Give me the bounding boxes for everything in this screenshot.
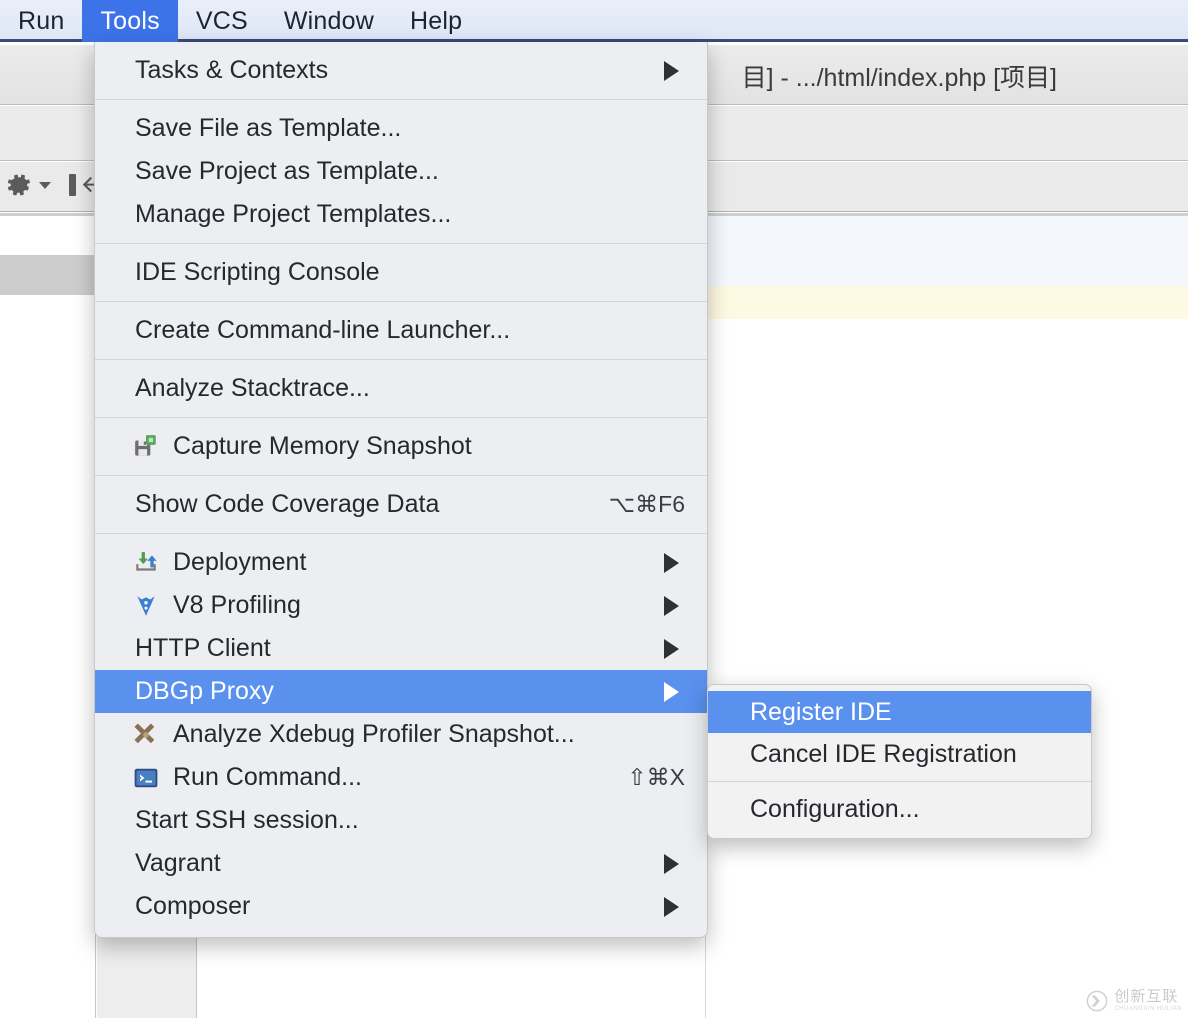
memory-snapshot-icon [135,434,156,456]
menubar-item-help[interactable]: Help [392,0,480,42]
dbgp-proxy-submenu: Register IDE Cancel IDE Registration Confi… [707,684,1092,839]
menu-item-http-client[interactable]: HTTP Client [95,627,707,670]
menu-item-manage-project-templates[interactable]: Manage Project Templates... [95,193,707,236]
submenu-arrow-icon [664,681,679,702]
xdebug-icon [134,722,155,743]
submenu-item-configuration[interactable]: Configuration... [708,788,1091,830]
menu-item-label: Composer [135,892,251,920]
deployment-icon [136,551,157,571]
menu-item-label: Save File as Template... [135,114,402,142]
watermark-cn: 创新互联 [1114,988,1179,1005]
menu-item-show-code-coverage-data[interactable]: Show Code Coverage Data ⌥⌘F6 [95,483,707,526]
menubar-item-label: VCS [195,6,248,35]
menu-item-analyze-xdebug-profiler-snapshot[interactable]: Analyze Xdebug Profiler Snapshot... [95,713,707,756]
menu-item-vagrant[interactable]: Vagrant [95,842,707,885]
menu-item-label: Vagrant [135,849,221,877]
menu-item-label: Create Command-line Launcher... [135,316,511,344]
menubar-item-label: Tools [100,6,160,35]
menu-separator [95,475,707,476]
tools-dropdown-menu: Tasks & Contexts Save File as Template...… [94,42,708,938]
menu-item-label: V8 Profiling [173,591,301,619]
menu-item-save-project-as-template[interactable]: Save Project as Template... [95,150,707,193]
menu-bar-items: Run Tools VCS Window Help [0,0,480,42]
submenu-item-register-ide[interactable]: Register IDE [708,691,1091,733]
menu-item-label: IDE Scripting Console [135,258,380,286]
menu-item-label: Start SSH session... [135,806,359,834]
menu-separator [95,533,707,534]
menu-separator [95,243,707,244]
menu-item-label: Save Project as Template... [135,157,439,185]
menubar-item-vcs[interactable]: VCS [178,0,266,42]
submenu-arrow-icon [664,552,679,573]
menu-item-label: Show Code Coverage Data [135,490,440,518]
submenu-item-label: Cancel IDE Registration [750,739,1017,768]
menu-separator [95,99,707,100]
menu-item-label: Tasks & Contexts [135,56,329,84]
menu-item-label: DBGp Proxy [135,677,274,705]
watermark-logo-icon [1086,990,1108,1011]
menu-separator [95,301,707,302]
submenu-item-label: Register IDE [750,697,892,726]
project-selected-row [0,255,96,295]
toolbar-icon-group [4,170,106,200]
menu-item-dbgp-proxy[interactable]: DBGp Proxy [95,670,707,713]
project-tool-window [0,216,96,1018]
submenu-arrow-icon [664,638,679,659]
menu-item-shortcut: ⇧⌘X [627,764,685,790]
submenu-arrow-icon [664,853,679,874]
menu-item-v8-profiling[interactable]: V8 Profiling [95,584,707,627]
watermark-text: 创新互联 CHUANGXIN HULIAN [1114,989,1182,1012]
menubar-item-window[interactable]: Window [266,0,392,42]
menu-item-label: Manage Project Templates... [135,200,452,228]
menu-item-start-ssh-session[interactable]: Start SSH session... [95,799,707,842]
menu-separator [95,359,707,360]
gear-icon [7,174,30,196]
project-tool-window-lower [97,930,197,1018]
menu-item-label: HTTP Client [135,634,271,662]
menubar-item-run[interactable]: Run [0,0,82,42]
collapse-bar-icon [69,174,76,196]
chevron-down-icon [39,181,51,189]
ide-window: 目] - .../html/index.php [项目] Run Tools VCS… [0,0,1188,1018]
window-title: 目] - .../html/index.php [项目] [741,64,1057,92]
submenu-item-cancel-ide-registration[interactable]: Cancel IDE Registration [708,733,1091,775]
watermark: 创新互联 CHUANGXIN HULIAN [1086,989,1182,1012]
menubar-item-label: Run [18,6,65,35]
menu-item-analyze-stacktrace[interactable]: Analyze Stacktrace... [95,367,707,410]
submenu-arrow-icon [664,595,679,616]
settings-gear-button[interactable] [4,170,51,200]
menu-item-label: Run Command... [173,763,362,791]
submenu-item-label: Configuration... [750,794,920,823]
menu-item-save-file-as-template[interactable]: Save File as Template... [95,107,707,150]
menubar-item-tools[interactable]: Tools [82,0,178,42]
menu-item-shortcut: ⌥⌘F6 [608,491,685,517]
menu-item-label: Analyze Stacktrace... [135,374,370,402]
watermark-en: CHUANGXIN HULIAN [1114,1006,1182,1012]
menubar-item-label: Help [409,6,463,35]
menu-item-deployment[interactable]: Deployment [95,541,707,584]
submenu-separator [708,781,1091,782]
menu-item-run-command[interactable]: Run Command... ⇧⌘X [95,756,707,799]
menu-separator [95,417,707,418]
menu-item-ide-scripting-console[interactable]: IDE Scripting Console [95,251,707,294]
terminal-icon [134,768,158,787]
submenu-arrow-icon [664,60,679,81]
v8-profiling-icon [137,595,155,616]
menu-item-label: Deployment [173,548,307,576]
submenu-arrow-icon [664,896,679,917]
menu-item-composer[interactable]: Composer [95,885,707,928]
menubar-item-label: Window [283,6,374,35]
menu-item-label: Capture Memory Snapshot [173,432,472,460]
menu-item-capture-memory-snapshot[interactable]: Capture Memory Snapshot [95,425,707,468]
menu-item-create-command-line-launcher[interactable]: Create Command-line Launcher... [95,309,707,352]
menu-item-label: Analyze Xdebug Profiler Snapshot... [173,720,575,748]
menu-item-tasks-contexts[interactable]: Tasks & Contexts [95,49,707,92]
